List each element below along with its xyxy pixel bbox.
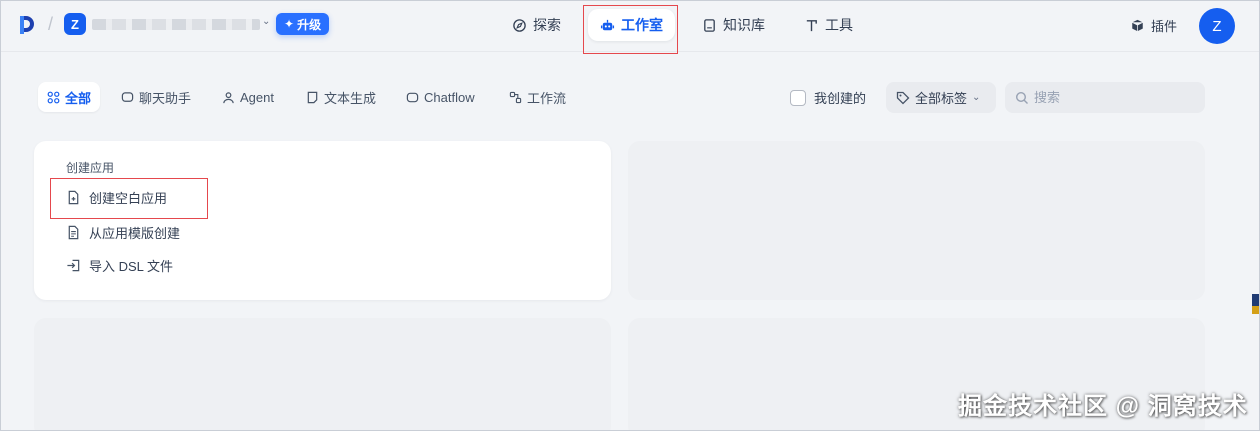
import-icon [67, 259, 80, 272]
created-by-me-label: 我创建的 [814, 91, 867, 106]
created-by-me-checkbox[interactable] [790, 89, 806, 106]
created-by-me-filter[interactable]: 我创建的 [790, 88, 866, 107]
workspace-chevron-icon[interactable]: ⌄ [262, 16, 270, 27]
nav-explore[interactable]: 探索 [500, 9, 573, 41]
chevron-down-icon: ⌄ [972, 92, 981, 103]
create-app-card [34, 141, 611, 300]
search-icon [1015, 91, 1028, 104]
workflow-icon [509, 91, 522, 103]
cube-icon [1131, 18, 1144, 33]
tab-text-generation[interactable]: 文本生成 [297, 82, 385, 112]
tab-agent[interactable]: Agent [213, 82, 283, 112]
upgrade-button[interactable]: ✦ 升级 [276, 13, 330, 35]
highlight-box-studio [583, 5, 678, 54]
nav-knowledge[interactable]: 知识库 [690, 9, 777, 41]
app-card-placeholder [628, 141, 1205, 300]
book-icon [704, 18, 715, 32]
workspace-name-blurred[interactable] [92, 19, 260, 30]
watermark-text: 掘金技术社区 @ 洞窝技术 [958, 393, 1248, 420]
tab-chat-assistant[interactable]: 聊天助手 [112, 82, 200, 112]
tab-all[interactable]: 全部 [38, 82, 101, 112]
nav-tools[interactable]: 工具 [792, 9, 865, 41]
upgrade-label: 升级 [297, 17, 322, 32]
tag-select-label: 全部标签 [915, 91, 968, 106]
workspace-avatar[interactable]: Z [64, 13, 86, 35]
app-card-placeholder [34, 318, 611, 431]
tag-select[interactable]: 全部标签 ⌄ [886, 82, 996, 113]
hammer-icon [806, 19, 817, 31]
chat-icon [121, 91, 134, 102]
tag-icon [896, 91, 910, 104]
chatflow-icon [406, 92, 419, 102]
logo-icon[interactable] [18, 15, 36, 35]
plugin-link[interactable]: 插件 [1130, 16, 1177, 35]
tab-workflow[interactable]: 工作流 [500, 82, 575, 112]
sparkle-icon: ✦ [284, 17, 295, 31]
create-from-template-button[interactable]: 从应用模版创建 [66, 223, 180, 242]
search-input[interactable] [1034, 90, 1194, 105]
document-icon [307, 91, 318, 103]
user-avatar[interactable]: Z [1199, 8, 1235, 44]
import-dsl-button[interactable]: 导入 DSL 文件 [66, 256, 173, 275]
edge-artifact [1252, 306, 1260, 314]
tab-chatflow[interactable]: Chatflow [397, 82, 484, 112]
compass-icon [513, 18, 526, 32]
edge-artifact [1252, 294, 1260, 306]
grid-icon [47, 91, 60, 103]
template-icon [68, 225, 79, 240]
search-box[interactable] [1005, 82, 1205, 113]
breadcrumb-separator: / [48, 14, 54, 34]
highlight-box-create-blank [50, 178, 208, 219]
create-app-title: 创建应用 [66, 161, 115, 175]
agent-icon [223, 91, 234, 103]
